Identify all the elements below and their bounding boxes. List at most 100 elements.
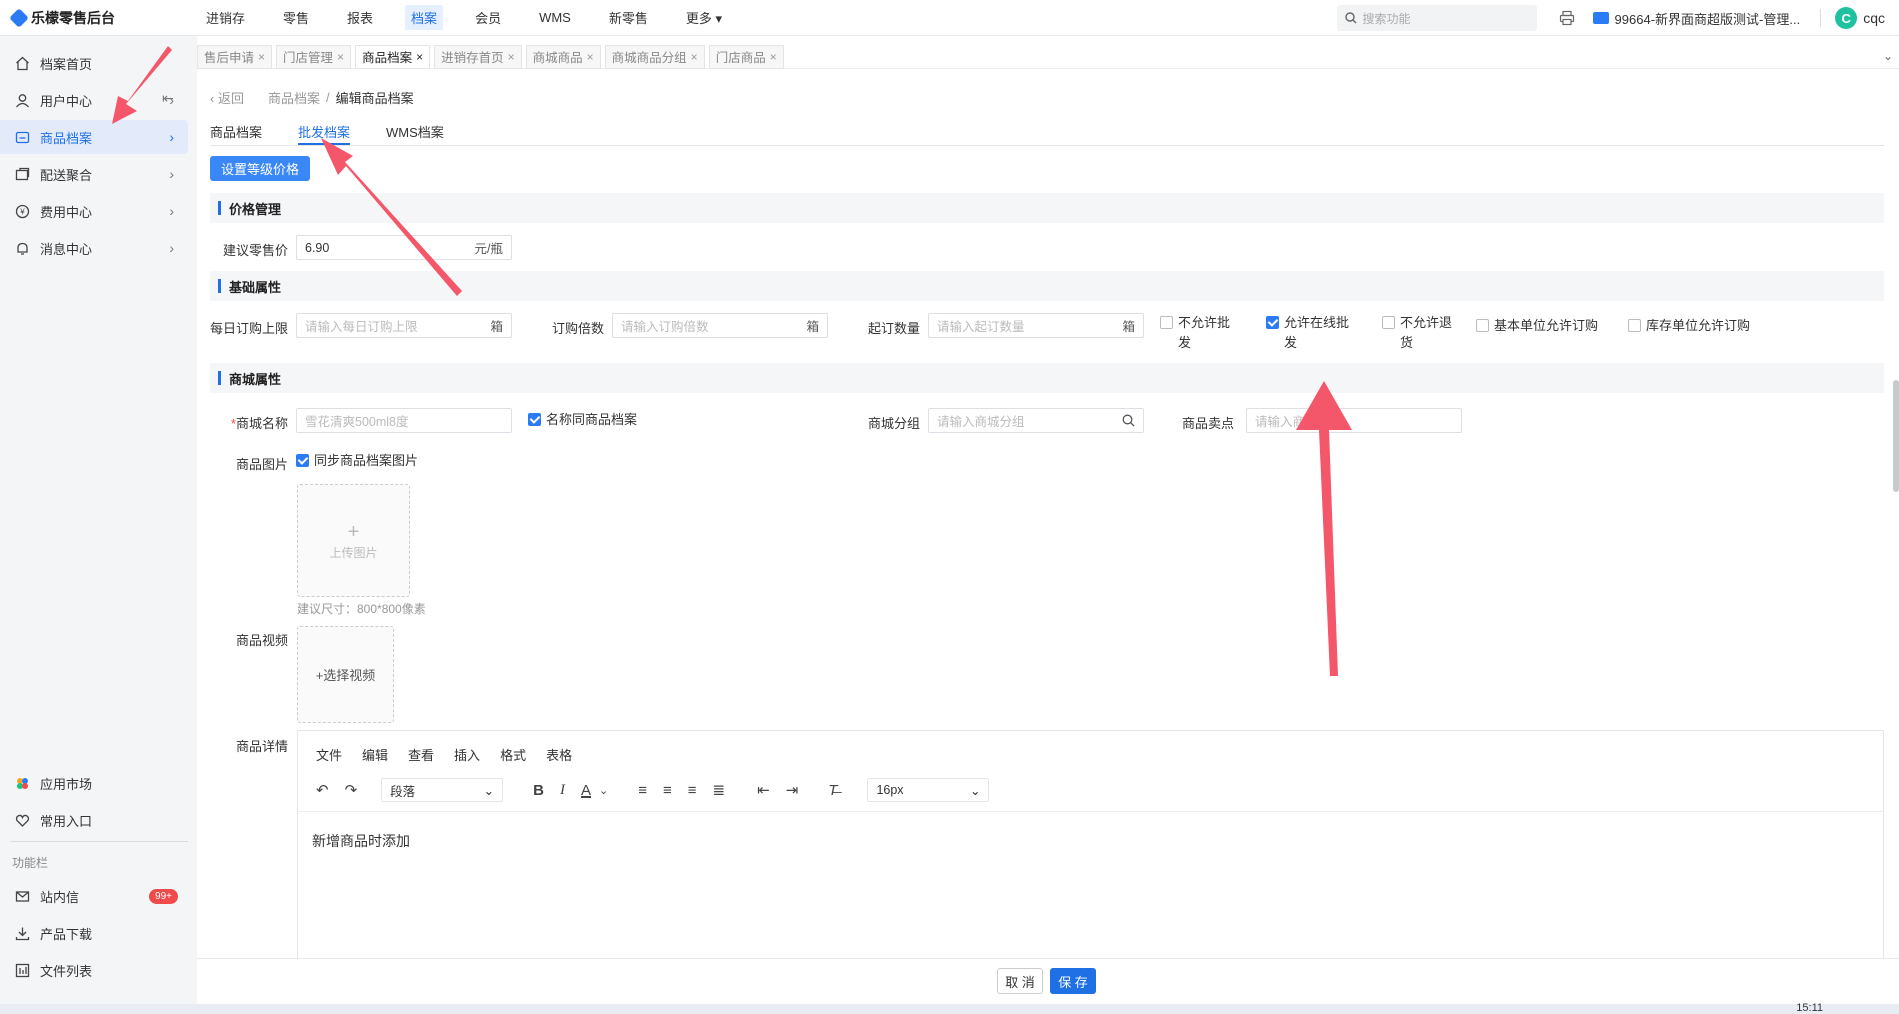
breadcrumb-separator: / xyxy=(325,90,330,105)
close-icon[interactable]: × xyxy=(691,50,698,64)
user-menu[interactable]: C cqc xyxy=(1835,7,1885,29)
editor-menu-file[interactable]: 文件 xyxy=(316,745,342,764)
nav-item-wms[interactable]: WMS xyxy=(533,7,577,28)
indent-icon[interactable]: ⇥ xyxy=(786,781,799,799)
section-title: 价格管理 xyxy=(229,201,282,217)
cancel-button[interactable]: 取 消 xyxy=(997,968,1043,994)
editor-menu-table[interactable]: 表格 xyxy=(546,745,572,764)
tab-after-sales[interactable]: 售后申请 × xyxy=(197,44,273,69)
nav-item-more[interactable]: 更多 ▾ xyxy=(680,5,728,30)
disallow-return-checkbox[interactable]: 不允许退货 xyxy=(1382,313,1462,353)
close-icon[interactable]: × xyxy=(337,50,344,64)
tab-product-archive[interactable]: 商品档案 × xyxy=(355,44,431,69)
checkbox-box xyxy=(296,454,309,467)
breadcrumb-parent[interactable]: 商品档案 xyxy=(268,88,320,107)
tab-wms-archive[interactable]: WMS档案 xyxy=(386,122,444,145)
sidebar-item-fee-center[interactable]: ¥ 费用中心 › xyxy=(0,194,188,228)
tab-mall-product-groups[interactable]: 商城商品分组 × xyxy=(604,44,705,69)
sync-image-checkbox[interactable]: 同步商品档案图片 xyxy=(296,451,418,471)
sidebar-item-label: 产品下载 xyxy=(40,926,93,942)
tab-mall-products[interactable]: 商城商品 × xyxy=(525,44,601,69)
select-video-button[interactable]: +选择视频 xyxy=(297,626,394,723)
font-size-value: 16px xyxy=(876,783,904,797)
sidebar-item-file-list[interactable]: 文件列表 xyxy=(0,953,188,987)
outdent-icon[interactable]: ⇤ xyxy=(757,781,770,799)
nav-item-archive[interactable]: 档案 xyxy=(405,5,444,30)
user-icon xyxy=(14,92,30,108)
store-name: 99664-新界面商超版测试-管理... xyxy=(1614,11,1801,27)
set-level-price-button[interactable]: 设置等级价格 xyxy=(210,156,310,181)
align-justify-icon[interactable]: ≣ xyxy=(713,781,726,799)
disallow-wholesale-checkbox[interactable]: 不允许批发 xyxy=(1160,313,1240,353)
redo-icon[interactable]: ↷ xyxy=(345,781,358,799)
back-label: 返回 xyxy=(217,91,244,106)
mall-group-input[interactable]: 请输入商城分组 xyxy=(928,408,1144,433)
sidebar-divider xyxy=(10,841,188,842)
tab-store-products[interactable]: 门店商品 × xyxy=(708,44,784,69)
tab-wholesale-archive[interactable]: 批发档案 xyxy=(298,122,351,145)
search-input[interactable]: 搜索功能 xyxy=(1336,5,1537,31)
nav-item-member[interactable]: 会员 xyxy=(469,5,507,30)
close-icon[interactable]: × xyxy=(587,50,594,64)
retail-price-input[interactable]: 6.90 元/瓶 xyxy=(296,235,512,260)
chevron-down-icon[interactable]: ⌄ xyxy=(1883,49,1893,63)
undo-icon[interactable]: ↶ xyxy=(316,781,329,799)
align-left-icon[interactable]: ≡ xyxy=(638,782,647,799)
sidebar-item-app-market[interactable]: 应用市场 xyxy=(0,766,188,800)
sidebar-item-product-download[interactable]: 产品下载 xyxy=(0,916,188,950)
chevron-right-icon: › xyxy=(169,92,174,108)
align-right-icon[interactable]: ≡ xyxy=(688,782,697,799)
text-color-icon[interactable]: A ⌄ xyxy=(581,782,608,799)
allow-online-wholesale-checkbox[interactable]: 允许在线批发 xyxy=(1266,313,1356,353)
stock-unit-orderable-checkbox[interactable]: 库存单位允许订购 xyxy=(1628,316,1750,336)
close-icon[interactable]: × xyxy=(258,50,265,64)
nav-item-reports[interactable]: 报表 xyxy=(341,5,379,30)
store-selector[interactable]: 99664-新界面商超版测试-管理... xyxy=(1592,9,1801,28)
editor-menu-insert[interactable]: 插入 xyxy=(454,745,480,764)
tab-label: 门店商品 xyxy=(715,51,766,65)
chevron-right-icon: › xyxy=(169,203,174,219)
sidebar-item-archive-home[interactable]: 档案首页 xyxy=(0,46,188,80)
order-multiple-input[interactable]: 请输入订购倍数 箱 xyxy=(612,313,828,338)
italic-icon[interactable]: I xyxy=(560,782,565,799)
app-logo[interactable]: 乐檬零售后台 xyxy=(0,7,200,28)
clear-format-icon[interactable]: T̶ xyxy=(828,782,837,799)
close-icon[interactable]: × xyxy=(508,50,515,64)
bold-icon[interactable]: B xyxy=(533,782,544,799)
font-size-select[interactable]: 16px ⌄ xyxy=(867,778,990,802)
editor-content[interactable]: 新增商品时添加 xyxy=(312,831,410,851)
sidebar-item-favorites[interactable]: 常用入口 xyxy=(0,803,188,837)
editor-menu-view[interactable]: 查看 xyxy=(408,745,434,764)
tab-inventory-home[interactable]: 进销存首页 × xyxy=(434,44,522,69)
tab-store-management[interactable]: 门店管理 × xyxy=(276,44,352,69)
nav-item-retail[interactable]: 零售 xyxy=(277,5,315,30)
archive-tabs: 商品档案 批发档案 WMS档案 xyxy=(210,122,1884,146)
upload-image-button[interactable]: + 上传图片 xyxy=(297,484,410,597)
back-link[interactable]: ‹ 返回 xyxy=(210,88,244,107)
sidebar-item-message-center[interactable]: 消息中心 › xyxy=(0,231,188,265)
same-name-checkbox[interactable]: 名称同商品档案 xyxy=(528,410,637,430)
align-center-icon[interactable]: ≡ xyxy=(663,782,672,799)
min-order-qty-input[interactable]: 请输入起订数量 箱 xyxy=(928,313,1144,338)
editor-menu-edit[interactable]: 编辑 xyxy=(362,745,388,764)
nav-item-inventory[interactable]: 进销存 xyxy=(200,5,251,30)
editor-menu-format[interactable]: 格式 xyxy=(500,745,526,764)
tab-product-archive-inner[interactable]: 商品档案 xyxy=(210,122,262,145)
sidebar-item-inbox[interactable]: 站内信 99+ xyxy=(0,879,188,913)
mall-name-input[interactable]: 雪花清爽500ml8度 xyxy=(296,408,512,433)
sidebar-item-product-archive[interactable]: 商品档案 › xyxy=(0,120,188,154)
block-format-select[interactable]: 段落 ⌄ xyxy=(381,778,504,802)
breadcrumb: ‹ 返回 商品档案 / 编辑商品档案 xyxy=(210,88,414,107)
close-icon[interactable]: × xyxy=(416,50,423,64)
selling-point-input[interactable]: 请输入商 xyxy=(1246,408,1462,433)
sidebar-item-user-center[interactable]: 用户中心 › xyxy=(0,83,188,117)
sidebar-item-delivery[interactable]: 配送聚合 › xyxy=(0,157,188,191)
printer-icon[interactable] xyxy=(1559,10,1575,26)
nav-item-new-retail[interactable]: 新零售 xyxy=(603,5,654,30)
save-button[interactable]: 保 存 xyxy=(1050,968,1096,994)
base-unit-orderable-checkbox[interactable]: 基本单位允许订购 xyxy=(1476,316,1598,336)
svg-text:¥: ¥ xyxy=(19,207,25,216)
daily-limit-input[interactable]: 请输入每日订购上限 箱 xyxy=(296,313,512,338)
close-icon[interactable]: × xyxy=(770,50,777,64)
scrollbar[interactable] xyxy=(1893,380,1899,492)
